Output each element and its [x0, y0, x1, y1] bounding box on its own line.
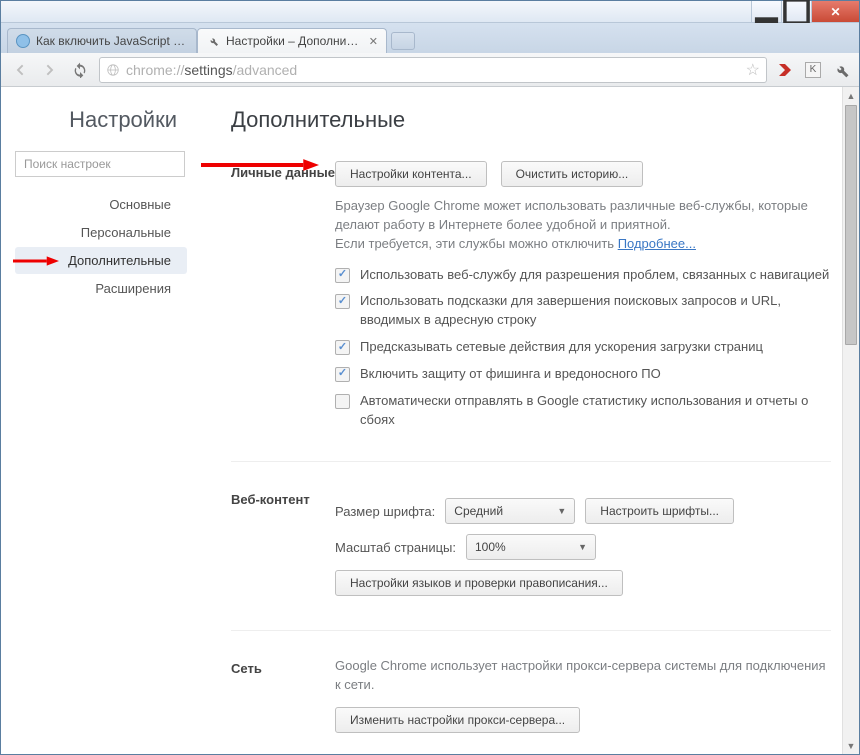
privacy-description: Браузер Google Chrome может использовать…	[335, 197, 831, 254]
page-content: Настройки Поиск настроек Основные Персон…	[1, 87, 859, 754]
sidebar-item-extensions[interactable]: Расширения	[15, 275, 187, 302]
settings-search-input[interactable]: Поиск настроек	[15, 151, 185, 177]
font-size-label: Размер шрифта:	[335, 504, 435, 519]
scroll-thumb[interactable]	[845, 105, 857, 345]
section-web-content: Веб-контент Размер шрифта: Средний▼ Наст…	[231, 488, 831, 631]
annotation-arrow-icon	[13, 256, 59, 266]
favicon-icon	[16, 34, 30, 48]
caret-down-icon: ▼	[578, 542, 587, 552]
tab-title: Как включить JavaScript в ×	[36, 34, 188, 48]
browser-tab-javascript[interactable]: Как включить JavaScript в ×	[7, 28, 197, 53]
proxy-settings-button[interactable]: Изменить настройки прокси-сервера...	[335, 707, 580, 733]
address-bar[interactable]: chrome://settings/advanced ☆	[99, 57, 767, 83]
content-settings-button[interactable]: Настройки контента...	[335, 161, 487, 187]
checkbox-nav-errors[interactable]	[335, 268, 350, 283]
url-text: chrome://settings/advanced	[126, 62, 297, 78]
section-label-privacy: Личные данные	[231, 161, 335, 437]
sidebar-item-advanced[interactable]: Дополнительные	[15, 247, 187, 274]
tab-title: Настройки – Дополнительн	[226, 34, 363, 48]
font-size-select[interactable]: Средний▼	[445, 498, 575, 524]
sidebar-item-personal[interactable]: Персональные	[15, 219, 187, 246]
checkbox-suggestions[interactable]	[335, 294, 350, 309]
window-titlebar: ✕	[1, 1, 859, 23]
page-title: Дополнительные	[231, 107, 831, 133]
caret-down-icon: ▼	[557, 506, 566, 516]
minimize-button[interactable]	[751, 1, 781, 22]
wrench-menu-button[interactable]	[831, 60, 851, 80]
wrench-icon	[206, 34, 220, 48]
checkbox-predict[interactable]	[335, 340, 350, 355]
sidebar-title: Настройки	[15, 107, 187, 133]
bookmark-star-icon[interactable]: ☆	[746, 60, 760, 80]
reload-button[interactable]	[69, 59, 91, 81]
page-zoom-select[interactable]: 100%▼	[466, 534, 596, 560]
checkbox-usage-stats[interactable]	[335, 394, 350, 409]
close-button[interactable]: ✕	[811, 1, 859, 22]
network-description: Google Chrome использует настройки прокс…	[335, 657, 831, 695]
maximize-button[interactable]	[781, 1, 811, 22]
new-tab-button[interactable]	[391, 32, 415, 50]
annotation-arrow-icon	[201, 159, 319, 171]
sidebar-item-basic[interactable]: Основные	[15, 191, 187, 218]
vertical-scrollbar[interactable]: ▲ ▼	[842, 87, 859, 754]
back-button[interactable]	[9, 59, 31, 81]
checkbox-phishing[interactable]	[335, 367, 350, 382]
browser-tab-settings[interactable]: Настройки – Дополнительн ✕	[197, 28, 387, 53]
extension-k-icon[interactable]: K	[803, 60, 823, 80]
clear-history-button[interactable]: Очистить историю...	[501, 161, 644, 187]
page-zoom-label: Масштаб страницы:	[335, 540, 456, 555]
learn-more-link[interactable]: Подробнее...	[618, 236, 696, 251]
tab-close-icon[interactable]: ✕	[369, 35, 378, 48]
browser-toolbar: chrome://settings/advanced ☆ K	[1, 53, 859, 87]
tab-strip: Как включить JavaScript в × Настройки – …	[1, 23, 859, 53]
scroll-down-icon[interactable]: ▼	[843, 737, 859, 754]
section-privacy: Личные данные Настройки контента... Очис…	[231, 161, 831, 462]
section-label-network: Сеть	[231, 657, 335, 733]
section-label-webcontent: Веб-контент	[231, 488, 335, 606]
settings-main: Дополнительные Личные данные Настройки к…	[201, 87, 859, 754]
language-settings-button[interactable]: Настройки языков и проверки правописания…	[335, 570, 623, 596]
section-network: Сеть Google Chrome использует настройки …	[231, 657, 831, 754]
kaspersky-icon[interactable]	[775, 60, 795, 80]
globe-icon	[106, 63, 120, 77]
customize-fonts-button[interactable]: Настроить шрифты...	[585, 498, 734, 524]
forward-button[interactable]	[39, 59, 61, 81]
settings-sidebar: Настройки Поиск настроек Основные Персон…	[1, 87, 201, 754]
scroll-up-icon[interactable]: ▲	[843, 87, 859, 104]
